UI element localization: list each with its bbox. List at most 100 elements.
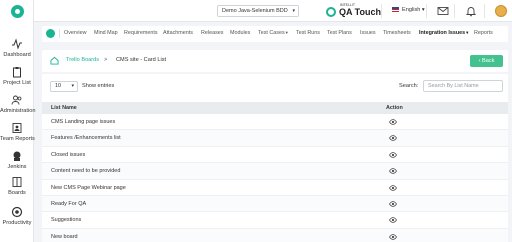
table-row: Suggestions xyxy=(42,212,508,229)
tab-releases[interactable]: Releases xyxy=(201,30,223,36)
productivity-icon xyxy=(11,206,23,218)
project-selector[interactable]: Demo Java-Selenium BDD ▾ xyxy=(217,5,299,17)
tab-requirements[interactable]: Requirements xyxy=(124,30,158,36)
sidebar-item-project-list[interactable]: Project List xyxy=(0,66,34,86)
sidebar-item-label: Project List xyxy=(3,80,31,86)
card-list-table: List Name Action CMS Landing page issues… xyxy=(42,102,508,242)
search-label: Search: xyxy=(399,83,419,89)
list-name-cell: CMS Landing page issues xyxy=(51,119,116,125)
table-row: Content need to be provided xyxy=(42,163,508,180)
sidebar-item-productivity[interactable]: Productivity xyxy=(0,206,34,226)
tab-reports[interactable]: Reports xyxy=(474,30,493,36)
project-logo-icon[interactable] xyxy=(46,29,55,38)
brand-name: QA Touch xyxy=(339,7,381,17)
sidebar-item-boards[interactable]: Boards xyxy=(0,176,34,196)
view-eye-icon[interactable] xyxy=(389,135,397,142)
search-input[interactable] xyxy=(423,80,503,92)
chevron-down-icon: ▾ xyxy=(466,30,469,35)
list-name-cell: Suggestions xyxy=(51,217,82,224)
tab-modules[interactable]: Modules xyxy=(230,30,250,36)
tab-test-runs[interactable]: Test Runs xyxy=(296,30,320,36)
tab-timesheets[interactable]: Timesheets xyxy=(383,30,411,36)
divider xyxy=(454,4,455,18)
app-window: Dashboard Project List Administration Te… xyxy=(0,0,512,242)
view-eye-icon[interactable] xyxy=(389,119,397,125)
table-row: Ready For QA xyxy=(42,195,508,213)
language-label: English xyxy=(402,7,421,13)
users-icon xyxy=(11,95,22,105)
tab-issues[interactable]: Issues xyxy=(360,30,376,36)
activity-icon xyxy=(12,38,22,50)
tab-mind-map[interactable]: Mind Map xyxy=(94,30,118,36)
sidebar-item-label: Dashboard xyxy=(3,52,31,58)
app-logo[interactable] xyxy=(11,5,24,18)
table-body: CMS Landing page issues Features /Enhance… xyxy=(42,114,508,242)
clipboard-icon xyxy=(13,67,21,78)
language-selector[interactable]: English ▾ xyxy=(392,7,425,13)
back-arrow-icon: ‹ xyxy=(478,58,481,64)
sidebar-item-label: Administration xyxy=(0,108,36,114)
project-selector-value: Demo Java-Selenium BDD xyxy=(222,8,288,14)
project-tabs: Overview Mind Map Requirements Attachmen… xyxy=(42,26,508,42)
view-eye-icon[interactable] xyxy=(389,184,397,191)
home-icon[interactable] xyxy=(50,56,59,65)
entries-per-page-select[interactable]: 10 ▾ xyxy=(50,81,78,92)
view-eye-icon[interactable] xyxy=(389,168,397,174)
team-report-icon xyxy=(12,123,22,133)
notification-bell-icon[interactable] xyxy=(465,5,477,17)
card-list-panel: 10 ▾ Show entries Search: List Name Acti… xyxy=(42,74,508,242)
view-eye-icon[interactable] xyxy=(389,152,397,158)
list-name-cell: Content need to be provided xyxy=(51,168,121,175)
avatar[interactable] xyxy=(495,5,507,17)
back-button-label: Back xyxy=(482,58,495,64)
breadcrumb-separator: > xyxy=(104,57,108,63)
divider xyxy=(484,4,485,18)
chevron-down-icon: ▾ xyxy=(285,30,288,35)
list-name-cell: Closed issues xyxy=(51,151,86,158)
divider xyxy=(426,4,427,18)
tab-overview[interactable]: Overview xyxy=(64,30,86,36)
table-row: CMS Landing page issues xyxy=(42,114,508,131)
view-eye-icon[interactable] xyxy=(389,217,397,224)
chevron-down-icon: ▾ xyxy=(71,83,74,89)
tab-attachments[interactable]: Attachments xyxy=(163,30,193,36)
sidebar-item-label: Productivity xyxy=(2,220,32,226)
board-icon xyxy=(12,177,22,187)
sidebar-item-label: Team Reports xyxy=(0,136,35,142)
table-row: New CMS Page Webinar page xyxy=(42,180,508,196)
entries-per-page-value: 10 xyxy=(55,83,62,89)
back-button[interactable]: ‹ Back xyxy=(470,55,503,67)
breadcrumb-bar: Trello Boards > CMS site - Card List ‹ B… xyxy=(42,50,508,72)
top-bar: Demo Java-Selenium BDD ▾ INTELLIT QA Tou… xyxy=(34,0,512,22)
breadcrumb-trello-boards-link[interactable]: Trello Boards xyxy=(66,57,99,63)
sidebar-item-administration[interactable]: Administration xyxy=(0,94,36,114)
mail-icon[interactable] xyxy=(437,5,449,17)
list-name-cell: New CMS Page Webinar page xyxy=(51,184,126,191)
sidebar-item-jenkins[interactable]: Jenkins xyxy=(0,150,34,170)
divider xyxy=(59,29,60,38)
list-name-cell: Features /Enhancements list xyxy=(51,135,121,142)
sidebar-item-team-reports[interactable]: Team Reports xyxy=(0,122,35,142)
view-eye-icon[interactable] xyxy=(389,233,397,240)
jenkins-icon xyxy=(13,151,21,161)
us-flag-icon xyxy=(392,7,399,13)
tab-integration-issues[interactable]: Integration Issues▾ xyxy=(419,30,468,36)
table-row: New board xyxy=(42,228,508,242)
chevron-down-icon: ▾ xyxy=(421,7,425,13)
chevron-down-icon: ▾ xyxy=(292,8,295,14)
list-name-cell: Ready For QA xyxy=(51,200,87,207)
view-eye-icon[interactable] xyxy=(389,201,397,207)
tab-test-plans[interactable]: Test Plans xyxy=(327,30,352,36)
tab-test-cases[interactable]: Test Cases▾ xyxy=(258,30,288,36)
brand-mark-icon xyxy=(326,7,336,17)
sidebar-item-label: Jenkins xyxy=(7,164,27,170)
list-name-cell: New board xyxy=(51,233,78,240)
table-row: Features /Enhancements list xyxy=(42,130,508,147)
table-header: List Name Action xyxy=(42,102,508,114)
sidebar-item-dashboard[interactable]: Dashboard xyxy=(0,38,34,58)
column-header-list-name[interactable]: List Name xyxy=(51,105,77,111)
breadcrumb-current: CMS site - Card List xyxy=(116,57,167,63)
entries-label: Show entries xyxy=(82,83,115,89)
sidebar-item-label: Boards xyxy=(8,190,26,196)
column-header-action: Action xyxy=(386,105,403,111)
